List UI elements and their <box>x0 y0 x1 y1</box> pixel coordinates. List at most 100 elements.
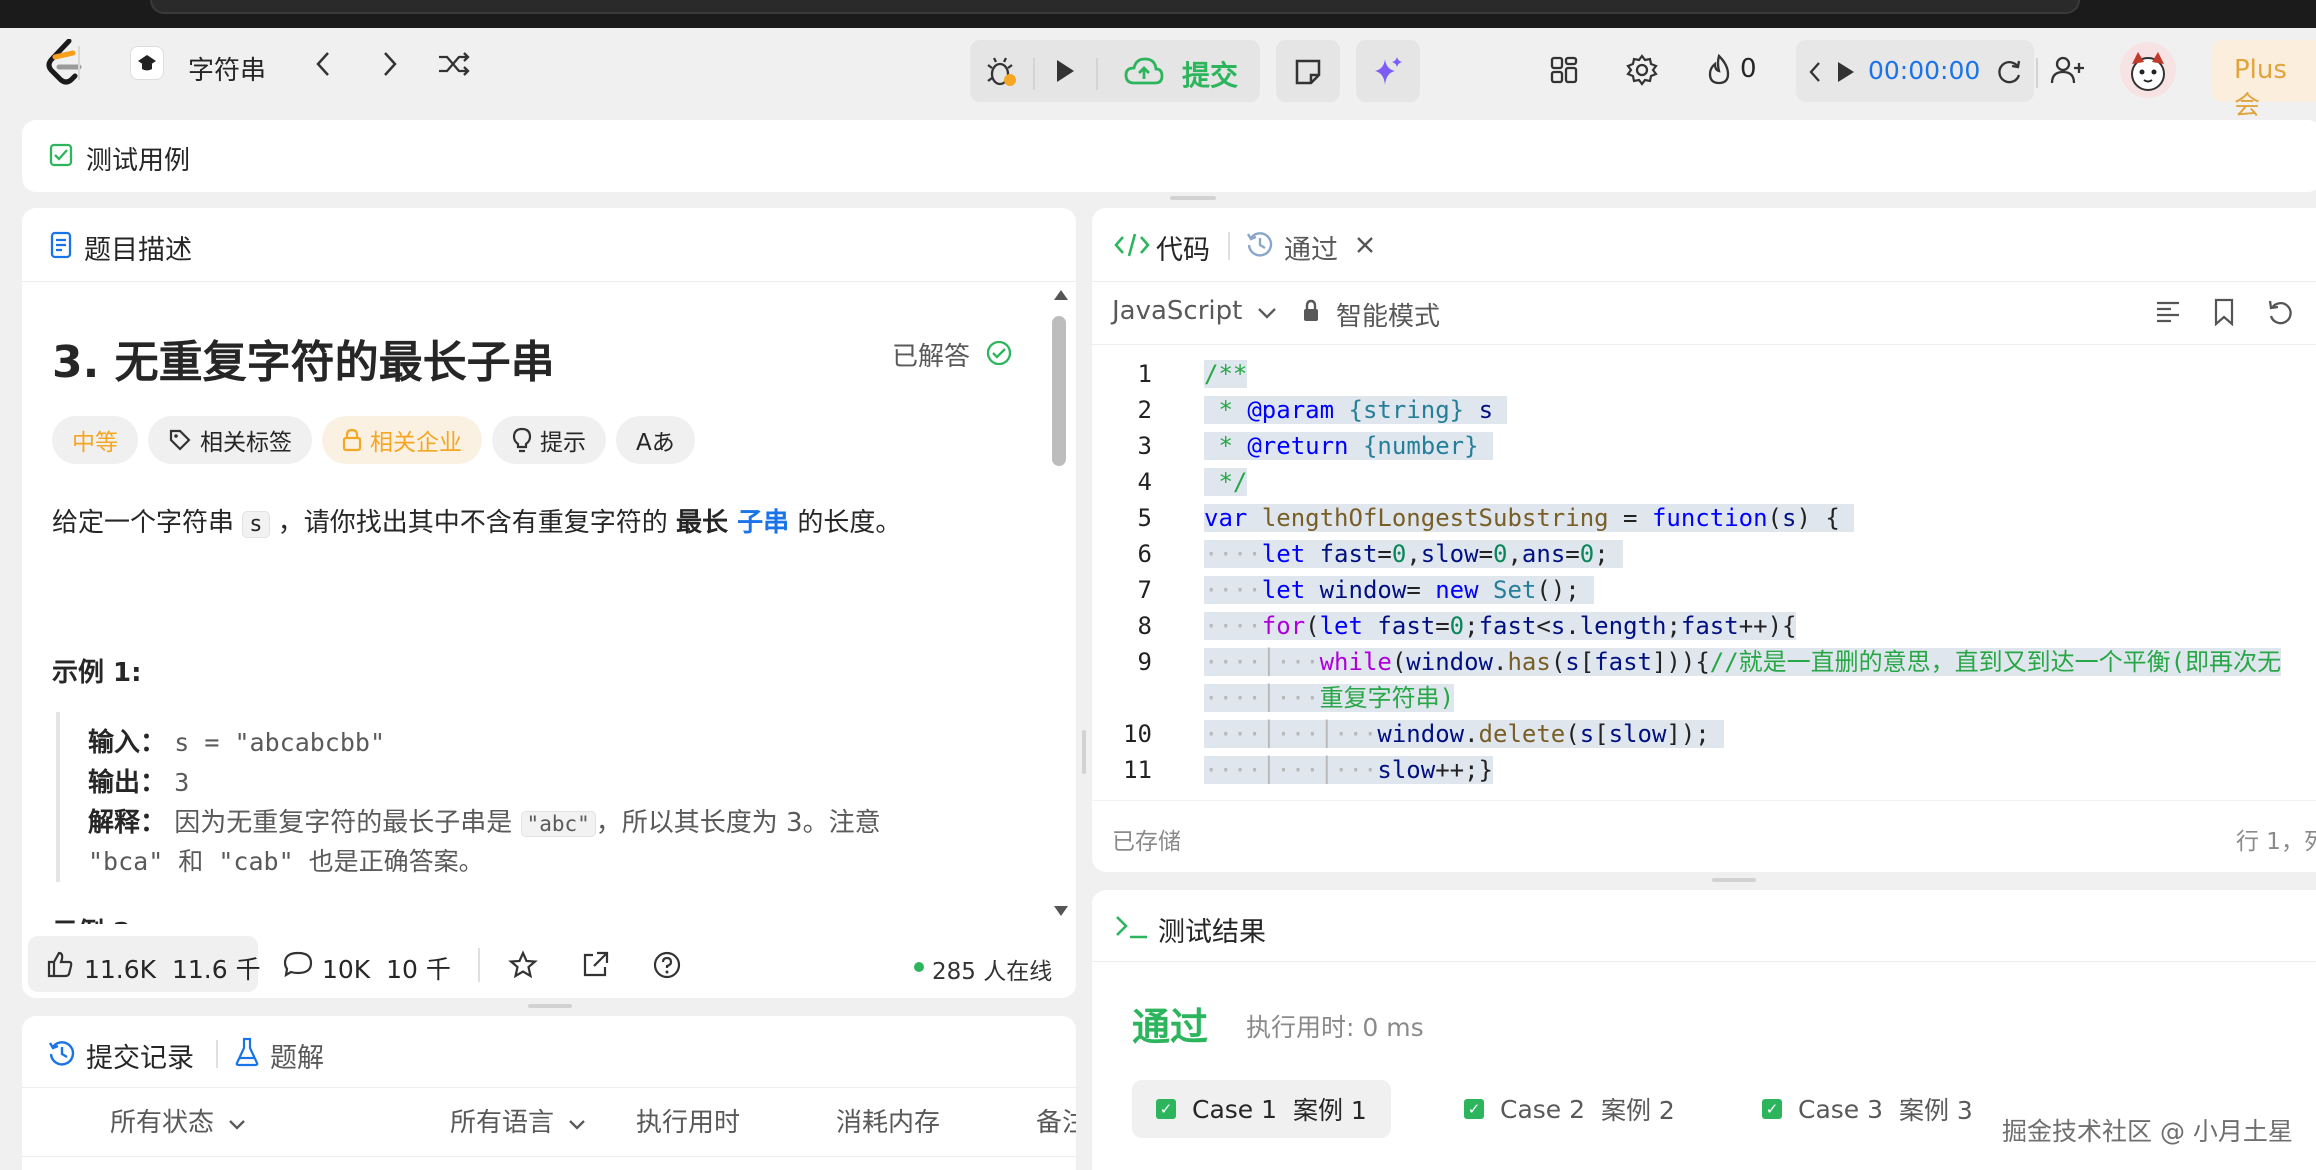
history-icon <box>46 1038 78 1068</box>
check-icon: ✓ <box>1464 1099 1484 1119</box>
code-content[interactable]: /** * @param {string} s * @return {numbe… <box>1204 356 2316 784</box>
translate-button[interactable]: Aあ <box>616 416 695 464</box>
timer-collapse-icon[interactable] <box>1802 52 1828 92</box>
avatar[interactable] <box>2120 42 2176 98</box>
comment-count[interactable]: 10K 10 千 <box>322 950 451 986</box>
cloud-upload-icon[interactable] <box>1122 50 1166 92</box>
code-line-8: ····for(let fast=0;fast<s.length;fast++)… <box>1204 612 1797 640</box>
testcase-bar[interactable] <box>22 120 2316 192</box>
example1-explanation: 解释： 因为无重复字符的最长子串是 "abc" ，所以其长度为 3。注意 <box>88 808 881 838</box>
related-companies-label: 相关企业 <box>370 430 462 456</box>
example2-cut: 示例 2 <box>52 910 252 924</box>
bookmark-icon[interactable] <box>2208 296 2240 328</box>
terminal-icon <box>1112 910 1152 942</box>
statement-text-2: ，请你找出其中不含有重复字符的 <box>269 508 677 538</box>
tab-code[interactable]: 代码 <box>1156 228 1210 267</box>
statement-bold: 最长 <box>676 508 729 538</box>
tab-submissions[interactable]: 提交记录 <box>86 1036 194 1075</box>
tab-description[interactable]: 题目描述 <box>84 228 192 267</box>
comment-icon[interactable] <box>282 948 314 980</box>
streak-flame-icon[interactable] <box>1702 50 1736 90</box>
code-line-3: * @return {number} <box>1204 428 1494 464</box>
code-editor[interactable]: 1 2 3 4 5 6 7 8 9 10 11 /** * @param {st… <box>1092 356 2316 784</box>
substring-link[interactable]: 子串 <box>737 508 789 538</box>
problem-list-label[interactable]: 字符串 <box>188 50 266 87</box>
vertical-resize-handle[interactable] <box>1170 196 1216 200</box>
case-tab-1[interactable]: ✓ Case 1 案例 1 <box>1132 1080 1391 1138</box>
run-play-icon[interactable] <box>1045 50 1085 92</box>
column-runtime[interactable]: 执行用时 <box>636 1102 740 1139</box>
share-icon[interactable] <box>578 948 612 982</box>
related-companies-button[interactable]: 相关企业 <box>322 416 482 464</box>
result-runtime: 执行用时: 0 ms <box>1246 1013 1424 1042</box>
difficulty-badge[interactable]: 中等 <box>52 416 138 464</box>
help-icon[interactable] <box>650 948 684 982</box>
chevron-left-icon[interactable] <box>305 46 341 82</box>
code-line-2: * @param {string} s <box>1204 392 1508 428</box>
flask-icon <box>232 1036 262 1068</box>
smart-mode-label[interactable]: 智能模式 <box>1336 296 1440 333</box>
problem-list-icon[interactable] <box>130 46 164 80</box>
right-horizontal-resize-handle[interactable] <box>1712 878 1756 882</box>
code-brackets-icon <box>1112 228 1152 262</box>
example1-output: 输出： 3 <box>88 768 190 798</box>
timer-play-icon[interactable] <box>1832 52 1860 92</box>
related-tags-label: 相关标签 <box>200 430 292 456</box>
tab-pass[interactable]: 通过 <box>1284 228 1338 267</box>
settings-gear-icon[interactable] <box>1622 50 1662 90</box>
debug-icon[interactable] <box>982 50 1022 92</box>
lock-icon <box>342 428 362 452</box>
shuffle-icon[interactable] <box>434 46 474 82</box>
chevron-right-icon[interactable] <box>372 46 408 82</box>
layout-icon[interactable] <box>1544 50 1584 90</box>
statement-code: s <box>242 511 270 538</box>
submit-button[interactable]: 提交 <box>1182 54 1238 94</box>
language-select[interactable]: JavaScript <box>1112 296 1277 326</box>
top-nav: 字符串 提交 0 00:00:00 Plus 会 <box>0 28 2316 121</box>
example1-input: 输入： s = "abcabcbb" <box>88 728 385 758</box>
code-line-6: ····let fast=0,slow=0,ans=0; <box>1204 536 1624 572</box>
tab-test-result[interactable]: 测试结果 <box>1158 910 1266 949</box>
problem-statement: 给定一个字符串 s ，请你找出其中不含有重复字符的 最长 子串 的长度。 <box>52 502 901 539</box>
case-tab-2[interactable]: ✓ Case 2 案例 2 <box>1440 1080 1699 1138</box>
filter-status[interactable]: 所有状态 <box>110 1102 246 1139</box>
hint-button[interactable]: 提示 <box>492 416 606 464</box>
code-line-9: ····│···while(window.has(s[fast])){//就是一… <box>1204 648 2282 676</box>
description-scrollbar[interactable] <box>1050 290 1068 920</box>
related-tags-button[interactable]: 相关标签 <box>148 416 312 464</box>
problem-title[interactable]: 3. 无重复字符的最长子串 <box>52 326 555 390</box>
online-count: 285 人在线 <box>932 959 1053 985</box>
example1-title: 示例 1: <box>52 658 142 688</box>
code-line-1: /** <box>1204 360 1248 388</box>
timer-reset-icon[interactable] <box>1990 52 2028 92</box>
format-lines-icon[interactable] <box>2152 296 2184 328</box>
tag-icon <box>169 429 191 451</box>
online-dot-icon <box>914 962 924 972</box>
hint-label: 提示 <box>540 430 586 456</box>
testcase-check-icon <box>48 142 74 168</box>
tab-solutions[interactable]: 题解 <box>270 1036 324 1075</box>
check-icon: ✓ <box>1762 1099 1782 1119</box>
code-line-7: ····let window= new Set(); <box>1204 572 1595 608</box>
streak-count: 0 <box>1740 54 1757 84</box>
chevron-down-icon <box>1257 308 1276 319</box>
reset-undo-icon[interactable] <box>2264 296 2296 328</box>
lightbulb-icon <box>512 427 532 453</box>
leetcode-logo-icon[interactable] <box>40 32 90 92</box>
column-memory[interactable]: 消耗内存 <box>836 1102 940 1139</box>
star-icon[interactable] <box>506 948 540 982</box>
add-friend-icon[interactable] <box>2046 50 2090 90</box>
statement-text-3: 的长度。 <box>789 508 902 538</box>
code-line-11: ····│···│···slow++;} <box>1204 756 1493 784</box>
close-tab-icon[interactable] <box>1352 232 1378 258</box>
left-horizontal-resize-handle[interactable] <box>528 1004 572 1008</box>
timer-display: 00:00:00 <box>1868 56 1981 85</box>
case-tab-3[interactable]: ✓ Case 3 案例 3 <box>1738 1080 1997 1138</box>
translate-label: Aあ <box>636 430 675 456</box>
testcase-label: 测试用例 <box>86 146 191 176</box>
plus-label: Plus 会 <box>2234 55 2287 121</box>
solved-check-icon <box>984 338 1014 368</box>
panel-split-handle[interactable] <box>1082 730 1086 774</box>
filter-language[interactable]: 所有语言 <box>450 1102 586 1139</box>
like-count: 11.6K 11.6 千 <box>84 955 261 984</box>
